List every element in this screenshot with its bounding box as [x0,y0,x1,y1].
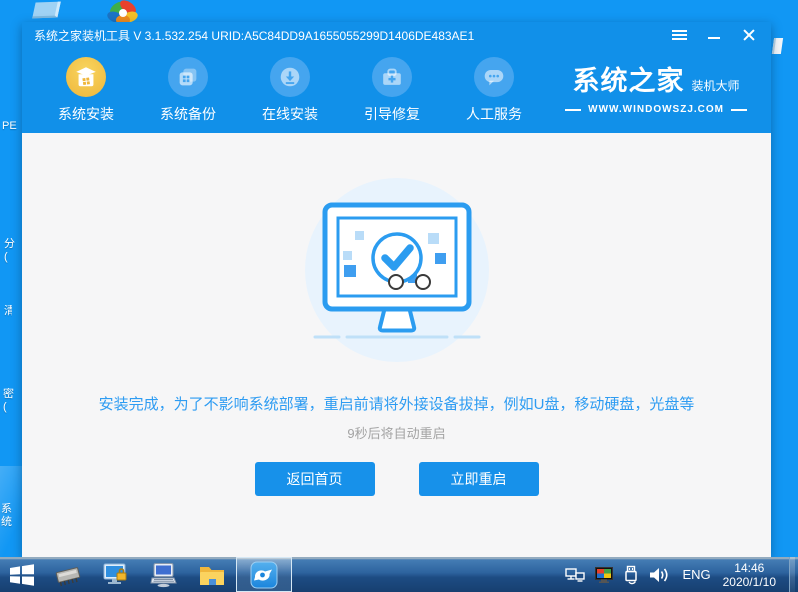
window-controls [671,28,759,42]
nav-item-customer-service[interactable]: 人工服务 [460,48,528,133]
network-icon[interactable] [565,566,586,584]
logo-dash-left [565,108,582,111]
main-content: 安装完成，为了不影响系统部署，重启前请将外接设备拔掉，例如U盘，移动硬盘，光盘等… [22,133,771,557]
taskbar-left [0,557,292,592]
desktop-icon-label-password[interactable]: 密 ( [3,388,21,414]
backup-icon [168,57,208,97]
taskbar-item-computer[interactable] [140,557,188,592]
taskbar-item-pe-tool[interactable] [92,557,140,592]
nav-label: 系统备份 [160,106,216,122]
desktop-icon-label-clean[interactable]: 清 [4,305,12,318]
clock-date: 2020/1/10 [722,574,776,589]
titlebar[interactable]: 系统之家装机工具 V 3.1.532.254 URID:A5C84DD9A165… [22,22,771,48]
taskbar-item-file-explorer[interactable] [188,557,236,592]
folder-icon [200,566,224,585]
brand-name: 系统之家 [572,66,685,96]
menu-button[interactable] [671,28,687,42]
brand-website: WWW.WINDOWSZJ.COM [588,104,724,115]
nav-label: 系统安装 [58,106,114,122]
desktop-icon-label-partition[interactable]: 分 ( [4,238,22,264]
monitor-lock-icon [103,563,127,584]
hamburger-icon [671,30,687,40]
windows-logo-icon [10,563,34,586]
install-complete-message: 安装完成，为了不影响系统部署，重启前请将外接设备拔掉，例如U盘，移动硬盘，光盘等 [98,396,695,413]
back-home-button[interactable]: 返回首页 [254,462,375,496]
desktop-icon-label-pe[interactable]: PE [2,120,22,133]
desktop-icon-fragment-right [771,38,784,54]
taskbar-item-active-app[interactable] [236,557,292,592]
restart-countdown: 9秒后将自动重启 [347,426,446,441]
nav-label: 人工服务 [466,106,522,122]
nav-item-boot-repair[interactable]: 引导修复 [358,48,426,133]
desktop: PE 分 ( 清 密 ( 系统 系统之家装机工具 V 3.1.532.254 U… [0,0,798,592]
logo-dash-right [731,108,747,111]
install-box-icon [66,57,106,97]
desktop-highlight [0,466,22,557]
button-row: 返回首页 立即重启 [254,462,539,496]
close-icon [743,29,755,41]
install-complete-illustration [304,178,489,362]
app-logo-icon [250,561,278,588]
usb-device-icon[interactable] [623,565,639,585]
display-settings-icon[interactable] [594,566,614,584]
minimize-icon [708,37,720,39]
nav-item-system-backup[interactable]: 系统备份 [154,48,222,133]
repair-toolbox-icon [372,57,412,97]
nav-item-system-install[interactable]: 系统安装 [52,48,120,133]
desktop-icon-monitor[interactable] [32,1,61,19]
chat-bubble-icon [474,57,514,97]
nav-bar: 系统安装 系统备份 在线安装 引导修复 人工服务 系统之家 装机大师 WWW.W… [22,48,771,133]
nav-item-online-install[interactable]: 在线安装 [256,48,324,133]
download-icon [270,57,310,97]
app-window: 系统之家装机工具 V 3.1.532.254 URID:A5C84DD9A165… [22,22,771,557]
clock-time: 14:46 [734,560,765,575]
show-desktop-button[interactable] [789,557,795,592]
close-button[interactable] [741,28,757,42]
window-title: 系统之家装机工具 V 3.1.532.254 URID:A5C84DD9A165… [34,28,475,43]
memory-chip-icon [55,566,81,586]
computer-keyboard-icon [150,562,177,587]
system-tray: ENG 14:46 2020/1/10 [565,557,798,592]
nav-label: 在线安装 [262,106,318,122]
taskbar: ENG 14:46 2020/1/10 [0,557,798,592]
taskbar-item-memory-tool[interactable] [44,557,92,592]
taskbar-clock[interactable]: 14:46 2020/1/10 [723,561,780,589]
nav-label: 引导修复 [364,106,420,122]
brand-subtitle: 装机大师 [691,79,740,93]
language-indicator[interactable]: ENG [679,567,713,582]
minimize-button[interactable] [706,28,722,42]
start-button[interactable] [0,557,44,592]
brand-logo: 系统之家 装机大师 WWW.WINDOWSZJ.COM [565,59,747,115]
restart-now-button[interactable]: 立即重启 [418,462,539,496]
volume-icon[interactable] [648,566,670,584]
